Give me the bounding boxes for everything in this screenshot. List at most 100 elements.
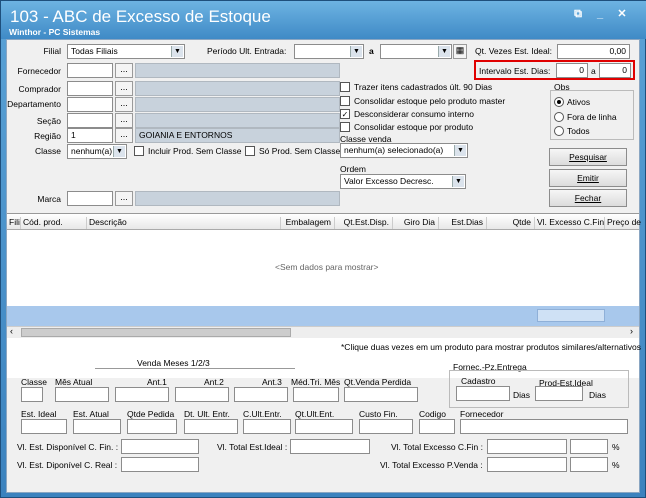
- classe-venda-select[interactable]: nenhum(a) selecionado(a) ▼: [340, 143, 468, 158]
- codigo-label: Codigo: [419, 409, 446, 419]
- col-embalagem[interactable]: Embalagem: [281, 217, 335, 229]
- ordem-select[interactable]: Valor Excesso Decresc. ▼: [340, 174, 466, 189]
- intervalo-to-input[interactable]: 0: [599, 63, 631, 78]
- so-sem-classe-checkbox[interactable]: [245, 146, 255, 156]
- results-grid[interactable]: Fili Cód. prod. Descrição Embalagem Qt.E…: [7, 213, 641, 378]
- desconsiderar-label: Desconsiderar consumo interno: [354, 109, 475, 119]
- col-descricao[interactable]: Descrição: [87, 217, 281, 229]
- qtde-pedida-field: [127, 419, 177, 434]
- custo-fin-label: Custo Fin.: [359, 409, 398, 419]
- col-qt-est-disp[interactable]: Qt.Est.Disp.: [335, 217, 393, 229]
- percent-label-2: %: [612, 460, 620, 470]
- fornecedor-detail-label: Fornecedor: [460, 409, 504, 419]
- consolidar-produto-checkbox[interactable]: [340, 122, 350, 132]
- obs-todos-radio[interactable]: [554, 126, 564, 136]
- secao-desc: [135, 113, 340, 128]
- fornecedor-detail-field: [460, 419, 628, 434]
- marca-lookup-button[interactable]: ...: [115, 191, 133, 206]
- departamento-label: Departamento: [7, 99, 61, 109]
- col-cod-prod[interactable]: Cód. prod.: [21, 217, 87, 229]
- regiao-code-input[interactable]: 1: [67, 128, 113, 143]
- intervalo-a-label: a: [591, 66, 596, 76]
- restore-icon[interactable]: ⧉: [571, 7, 585, 21]
- col-qtde[interactable]: Qtde: [487, 217, 535, 229]
- mes-atual-label: Mês Atual: [55, 377, 93, 387]
- fornecedor-label: Fornecedor: [17, 66, 61, 76]
- classe-select[interactable]: nenhum(a) ▼: [67, 144, 127, 159]
- ordem-label: Ordem: [340, 164, 366, 174]
- comprador-code-input[interactable]: [67, 81, 113, 96]
- close-icon[interactable]: ✕: [615, 7, 629, 21]
- scrollbar-thumb[interactable]: [21, 328, 291, 337]
- qt-vezes-input[interactable]: 0,00: [557, 44, 630, 59]
- periodo-start-date[interactable]: ▼: [294, 44, 364, 59]
- secao-lookup-button[interactable]: ...: [115, 113, 133, 128]
- col-giro-dia[interactable]: Giro Dia: [393, 217, 439, 229]
- fornecedor-code-input[interactable]: [67, 63, 113, 78]
- marca-code-input[interactable]: [67, 191, 113, 206]
- horizontal-scrollbar[interactable]: ‹ ›: [7, 326, 639, 338]
- fornecedor-desc: [135, 63, 340, 78]
- est-ideal-field: [21, 419, 67, 434]
- obs-fora-label: Fora de linha: [567, 112, 617, 122]
- vl-disp-creal-field: [121, 457, 199, 472]
- obs-todos-label: Todos: [567, 126, 590, 136]
- classe-label: Classe: [35, 146, 61, 156]
- chevron-down-icon: ▼: [452, 176, 464, 187]
- pesquisar-button[interactable]: Pesquisar: [549, 148, 627, 166]
- emitir-button[interactable]: Emitir: [549, 169, 627, 187]
- filial-select[interactable]: Todas Filiais ▼: [67, 44, 185, 59]
- periodo-end-date[interactable]: ▼: [380, 44, 452, 59]
- incluir-sem-classe-label: Incluir Prod. Sem Classe: [148, 146, 242, 156]
- scroll-left-icon[interactable]: ‹: [10, 326, 13, 336]
- so-sem-classe-label: Só Prod. Sem Classe: [259, 146, 341, 156]
- prod-est-ideal-field: [535, 386, 583, 401]
- grid-header: Fili Cód. prod. Descrição Embalagem Qt.E…: [7, 214, 641, 230]
- calendar-icon[interactable]: ▦: [453, 44, 467, 59]
- consolidar-master-label: Consolidar estoque pelo produto master: [354, 96, 506, 106]
- dt-ult-entr-label: Dt. Ult. Entr.: [184, 409, 230, 419]
- periodo-label: Período Ult. Entrada:: [207, 46, 287, 56]
- secao-label: Seção: [36, 116, 61, 126]
- periodo-a-label: a: [369, 46, 374, 56]
- desconsiderar-checkbox[interactable]: ✓: [340, 109, 350, 119]
- fornecedor-lookup-button[interactable]: ...: [115, 63, 133, 78]
- custo-fin-field: [359, 419, 413, 434]
- ant2-field: [175, 387, 229, 402]
- qtde-pedida-label: Qtde Pedida: [127, 409, 175, 419]
- vl-disp-creal-label: Vl. Est. Diponível C. Real :: [17, 460, 118, 470]
- classe-detail-field: [21, 387, 43, 402]
- comprador-label: Comprador: [18, 84, 61, 94]
- fechar-button[interactable]: Fechar: [549, 189, 627, 207]
- trazer-checkbox[interactable]: [340, 82, 350, 92]
- regiao-lookup-button[interactable]: ...: [115, 128, 133, 143]
- classe-detail-label: Classe: [21, 377, 47, 387]
- grid-footer-cell: [537, 309, 605, 322]
- incluir-sem-classe-checkbox[interactable]: [134, 146, 144, 156]
- consolidar-master-checkbox[interactable]: [340, 96, 350, 106]
- chevron-down-icon: ▼: [350, 46, 362, 57]
- vl-total-exc-cfin-pct-field: [570, 439, 608, 454]
- app-window: 103 - ABC de Excesso de Estoque Winthor …: [0, 0, 646, 498]
- comprador-lookup-button[interactable]: ...: [115, 81, 133, 96]
- departamento-lookup-button[interactable]: ...: [115, 97, 133, 112]
- obs-fora-radio[interactable]: [554, 112, 564, 122]
- regiao-label: Região: [34, 131, 61, 141]
- col-fili[interactable]: Fili: [7, 217, 21, 229]
- col-preco[interactable]: Preço de: [605, 217, 641, 229]
- intervalo-from-input[interactable]: 0: [556, 63, 588, 78]
- departamento-desc: [135, 97, 340, 112]
- med-tri-field: [293, 387, 339, 402]
- vl-total-ideal-field: [290, 439, 370, 454]
- departamento-code-input[interactable]: [67, 97, 113, 112]
- secao-code-input[interactable]: [67, 113, 113, 128]
- chevron-down-icon: ▼: [171, 46, 183, 57]
- minimize-icon[interactable]: _: [593, 7, 607, 21]
- obs-ativos-radio[interactable]: [554, 97, 564, 107]
- mes-atual-field: [55, 387, 109, 402]
- col-vl-excesso[interactable]: Vl. Excesso C.Fin: [535, 217, 605, 229]
- col-est-dias[interactable]: Est.Dias: [439, 217, 487, 229]
- scroll-right-icon[interactable]: ›: [630, 326, 633, 336]
- window-title: 103 - ABC de Excesso de Estoque: [10, 7, 271, 26]
- c-ult-entr-field: [243, 419, 291, 434]
